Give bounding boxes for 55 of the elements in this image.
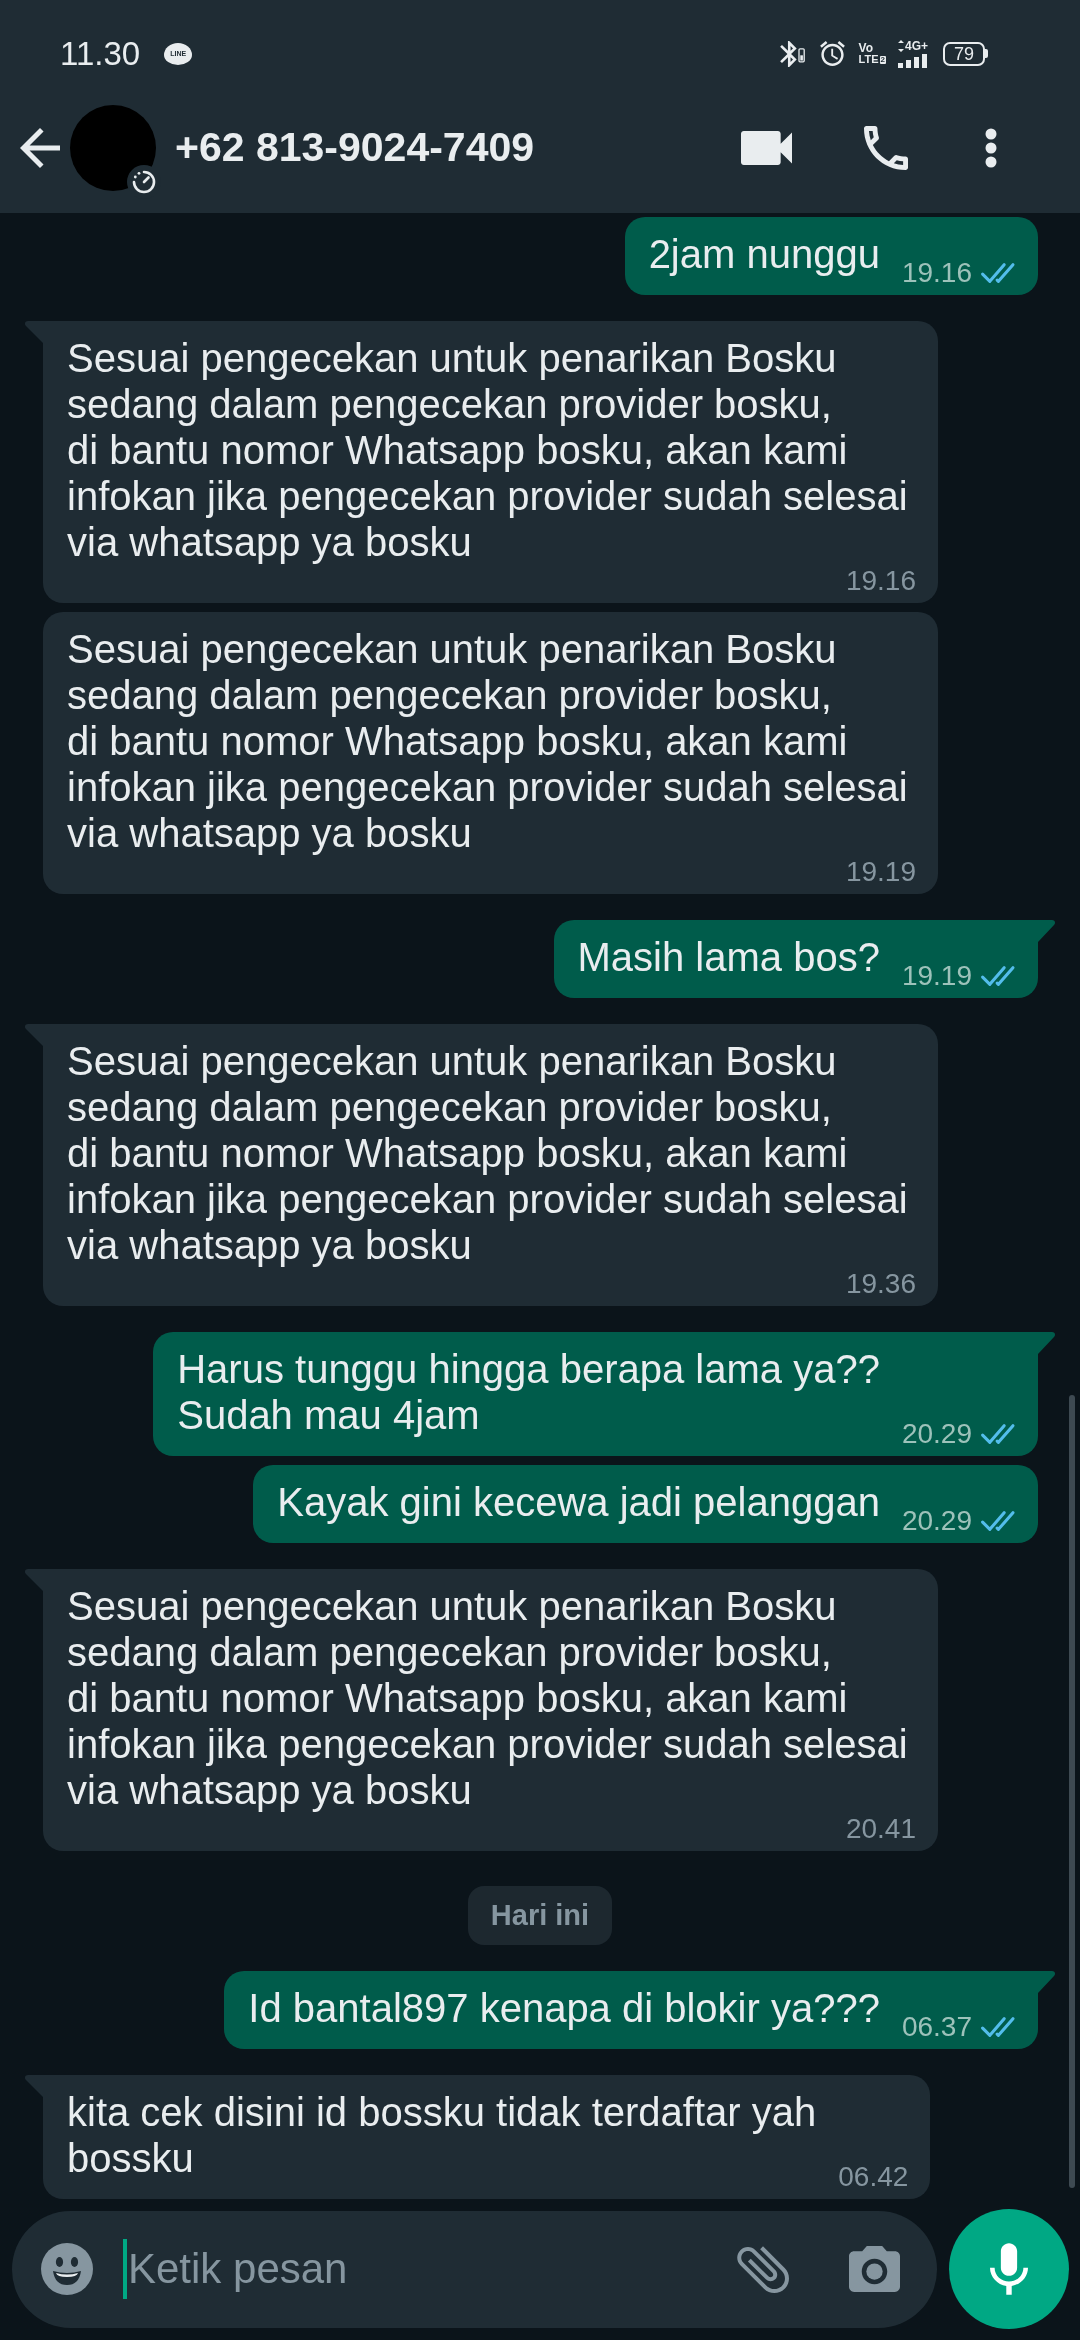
message-time: 06.37 [901, 2013, 972, 2041]
message-text: Sesuai pengecekan untuk penarikan Bosku sedang dalam pengecekan provider bosku, di bantu nomor Whatsapp bosku, akan kami infokan jika pengecekan provider sudah selesai via whatsapp ya bosku [67, 335, 908, 565]
phone-icon [864, 125, 908, 170]
message-time: 20.29 [901, 1507, 972, 1535]
message-time: 19.19 [901, 962, 972, 990]
camera-icon[interactable] [849, 2246, 900, 2292]
message-text: Id bantal897 kenapa di blokir ya??? [248, 1985, 880, 2031]
volte-indicator: Vo LTE 2 [858, 42, 886, 65]
video-camera-icon [741, 130, 792, 165]
bubble-tail-icon [24, 1024, 43, 1046]
back-arrow-icon [20, 127, 60, 168]
message-time: 19.36 [845, 1270, 916, 1298]
back-button[interactable] [20, 127, 60, 168]
message-time: 19.16 [901, 259, 972, 287]
alarm-icon [819, 41, 845, 66]
message-text: Kayak gini kecewa jadi pelanggan [277, 1479, 880, 1525]
bubble-tail-icon [24, 2075, 43, 2097]
message-time: 19.19 [845, 858, 916, 886]
status-time: 11.30 [60, 34, 141, 73]
battery-indicator: 79 [943, 41, 988, 66]
bubble-tail-icon [1038, 920, 1056, 942]
message-time: 19.16 [845, 567, 916, 595]
contact-title[interactable]: +62 813-9024-7409 [175, 124, 535, 171]
emoji-icon[interactable] [41, 2243, 93, 2295]
message-text: Sesuai pengecekan untuk penarikan Bosku sedang dalam pengecekan provider bosku, di bantu nomor Whatsapp bosku, akan kami infokan jika pengecekan provider sudah selesai via whatsapp ya bosku [67, 626, 908, 856]
data-arrows-icon [898, 39, 904, 52]
date-divider: Hari ini [467, 1886, 613, 1945]
bubble-tail-icon [1038, 1332, 1056, 1354]
signal-bars-icon [898, 53, 928, 68]
message-time: 20.29 [901, 1420, 972, 1448]
message-bubble[interactable]: Kayak gini kecewa jadi pelanggan 20.29 [253, 1465, 1038, 1543]
message-text: Sesuai pengecekan untuk penarikan Bosku sedang dalam pengecekan provider bosku, di bantu nomor Whatsapp bosku, akan kami infokan jika pengecekan provider sudah selesai via whatsapp ya bosku [67, 1583, 908, 1813]
message-bubble[interactable]: 2jam nunggu 19.16 [624, 217, 1038, 295]
video-call-button[interactable] [741, 130, 792, 165]
message-text: Sesuai pengecekan untuk penarikan Bosku sedang dalam pengecekan provider bosku, di bantu nomor Whatsapp bosku, akan kami infokan jika pengecekan provider sudah selesai via whatsapp ya bosku [67, 1038, 908, 1268]
text-cursor-icon [123, 2239, 127, 2299]
message-input[interactable]: Ketik pesan [128, 2245, 735, 2293]
scrollbar[interactable] [1069, 1395, 1075, 2188]
message-text: kita cek disini id bossku tidak terdaftar yah bossku [67, 2089, 817, 2181]
message-bubble[interactable]: Sesuai pengecekan untuk penarikan Bosku sedang dalam pengecekan provider bosku, di bantu nomor Whatsapp bosku, akan kami infokan jika pengecekan provider sudah selesai via whatsapp ya bosku 19.19 [43, 612, 938, 894]
more-options-icon [985, 127, 997, 168]
menu-button[interactable] [985, 127, 997, 168]
bubble-tail-icon [24, 321, 43, 343]
message-time: 06.42 [838, 2163, 909, 2191]
bluetooth-icon [777, 40, 807, 67]
voice-call-button[interactable] [864, 125, 908, 170]
microphone-icon [990, 2243, 1028, 2295]
network-type: 4G+ [905, 39, 928, 52]
message-text: Masih lama bos? [577, 934, 880, 980]
message-time: 20.41 [845, 1815, 916, 1843]
message-text: 2jam nunggu [648, 231, 880, 277]
bubble-tail-icon [24, 1569, 43, 1591]
message-input-field[interactable]: Ketik pesan [12, 2210, 937, 2328]
message-text: Harus tunggu hingga berapa lama ya?? Sudah mau 4jam [177, 1346, 880, 1438]
bubble-tail-icon [1038, 1971, 1056, 1993]
